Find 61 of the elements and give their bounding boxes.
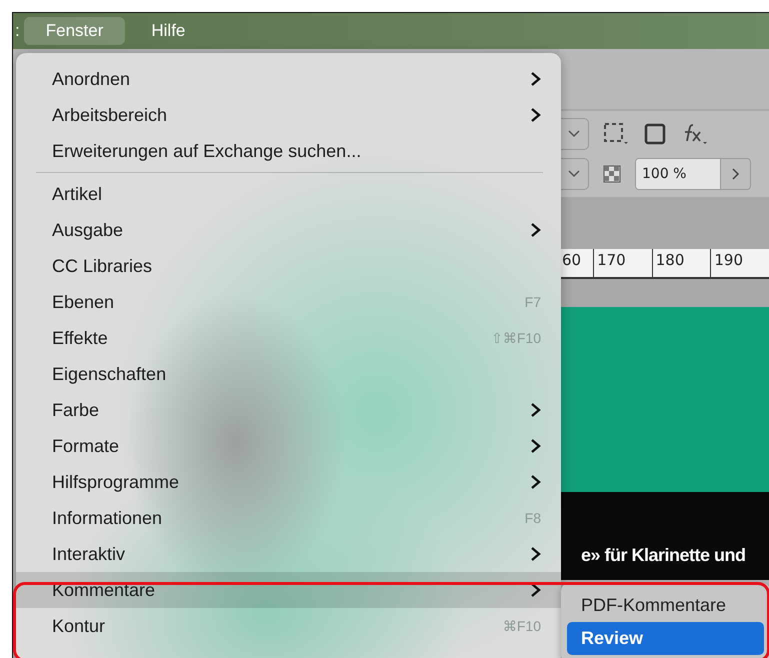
chevron-right-icon <box>530 582 541 598</box>
menu-item[interactable]: CC Libraries <box>16 248 561 284</box>
canvas-text: e» für Klarinette und <box>581 545 746 566</box>
menu-item-label: Ausgabe <box>52 220 124 240</box>
chevron-right-icon <box>530 474 541 490</box>
menu-item-label: Kommentare <box>52 580 156 600</box>
menu-item[interactable]: Formate <box>16 428 561 464</box>
ruler-label: 190 <box>710 249 769 277</box>
chevron-down-icon <box>568 130 580 138</box>
ruler-label: 180 <box>652 249 710 277</box>
menu-item-label: CC Libraries <box>52 256 154 276</box>
menu-bar-item[interactable]: : <box>15 17 20 45</box>
menu-item-label: Anordnen <box>52 68 132 90</box>
menu-item-label: Erweiterungen auf Exchange suchen... <box>52 140 362 162</box>
menu-item[interactable]: Artikel <box>16 176 561 212</box>
opacity-field[interactable]: 100 % <box>635 158 751 190</box>
menu-bar-item[interactable]: Fenster <box>24 17 126 45</box>
chevron-right-icon <box>732 168 740 180</box>
menu-item-label: Informationen <box>52 508 164 528</box>
menu-item-label: Interaktiv <box>52 544 126 564</box>
checkerboard-icon <box>603 165 621 183</box>
ruler-label: 60 <box>561 250 582 271</box>
shortcut-label: ⌘F10 <box>502 618 541 634</box>
submenu-item[interactable]: PDF-Kommentare <box>567 589 764 622</box>
menu-bar-item[interactable]: Hilfe <box>129 17 208 45</box>
menu-item-label: Kontur <box>52 616 106 636</box>
chevron-right-icon <box>530 438 541 454</box>
menu-item-label: Artikel <box>52 184 104 204</box>
menu-item[interactable]: Informationen F8 <box>16 500 561 536</box>
menu-item-label: Eigenschaften <box>52 364 168 384</box>
menu-item-label: Effekte <box>52 328 109 348</box>
menu-item-label: Formate <box>52 436 120 456</box>
menu-item[interactable]: Interaktiv <box>16 536 561 572</box>
chevron-right-icon <box>530 107 541 123</box>
menu-item-label: Arbeitsbereich <box>52 104 168 126</box>
ruler-label: 170 <box>593 249 652 277</box>
menu-item[interactable]: Ausgabe <box>16 212 561 248</box>
menu-item[interactable]: Effekte ⇧⌘F10 <box>16 320 561 356</box>
shortcut-label: F7 <box>524 294 541 310</box>
chevron-right-icon <box>530 71 541 87</box>
chevron-down-icon <box>568 170 580 178</box>
menu-item[interactable]: Anordnen <box>16 61 561 97</box>
menu-item[interactable]: Erweiterungen auf Exchange suchen... <box>16 133 561 169</box>
submenu-item[interactable]: Review <box>567 622 764 655</box>
menu-item-label: Farbe <box>52 400 100 420</box>
chevron-right-icon <box>530 222 541 238</box>
menu-item-label: Ebenen <box>52 292 116 312</box>
menu-item[interactable]: Kommentare <box>16 572 561 608</box>
menu-item[interactable]: Kontur ⌘F10 <box>16 608 561 644</box>
menu-item[interactable]: Farbe <box>16 392 561 428</box>
menu-item[interactable]: Ebenen F7 <box>16 284 561 320</box>
shortcut-label: ⇧⌘F10 <box>491 330 541 346</box>
square-icon <box>643 122 667 146</box>
menu-item[interactable]: Hilfsprogramme <box>16 464 561 500</box>
menu-item[interactable]: Arbeitsbereich <box>16 97 561 133</box>
frame-icon <box>603 122 629 146</box>
chevron-right-icon <box>530 546 541 562</box>
shortcut-label: F8 <box>524 510 541 526</box>
menu-item-label: Hilfsprogramme <box>52 472 180 492</box>
menu-item[interactable]: Eigenschaften <box>16 356 561 392</box>
chevron-right-icon <box>530 402 541 418</box>
